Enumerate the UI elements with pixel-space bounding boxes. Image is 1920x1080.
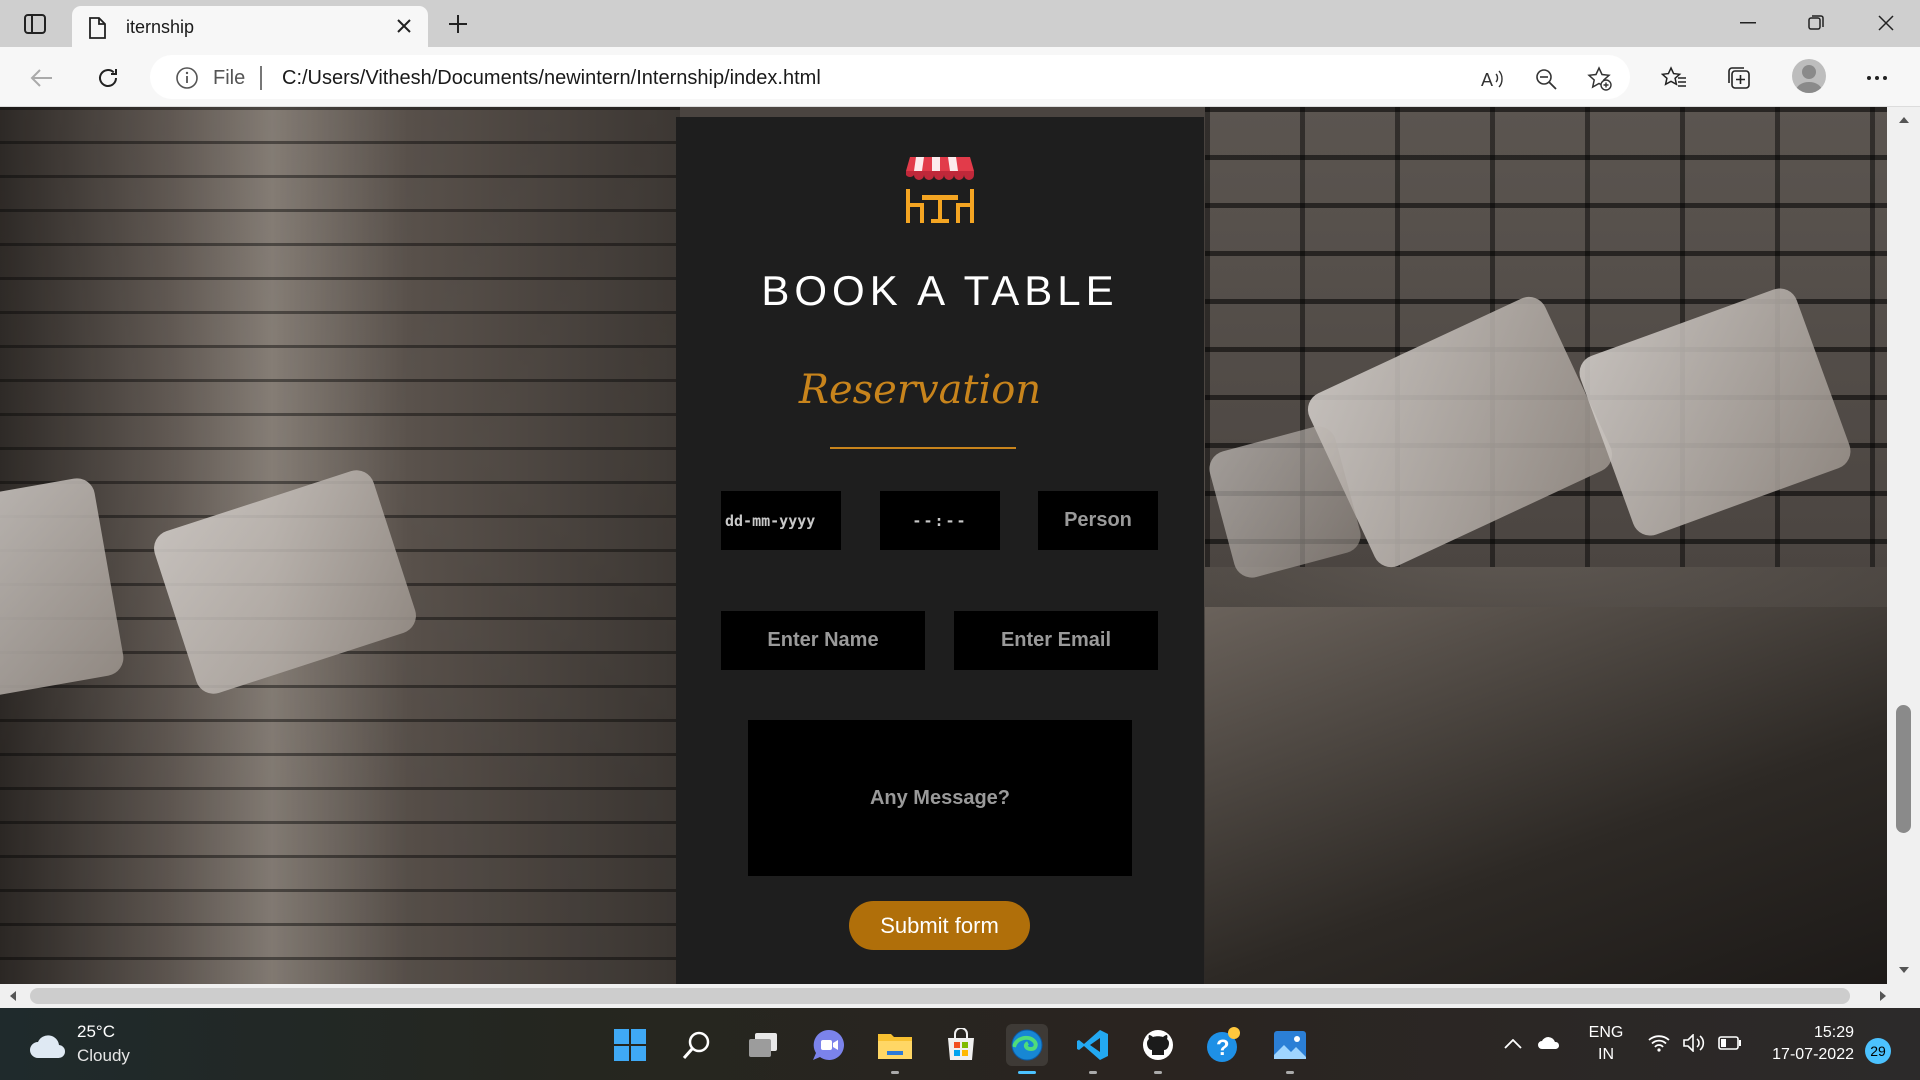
clock-time: 15:29 [1813,1024,1854,1041]
info-icon[interactable] [175,66,199,95]
search-icon[interactable] [676,1024,718,1066]
browser-toolbar: File C:/Users/Vithesh/Documents/newinter… [0,47,1920,107]
wifi-icon[interactable] [1648,1034,1670,1057]
store-icon[interactable] [940,1024,982,1066]
new-tab-button[interactable] [443,10,473,38]
notification-badge[interactable]: 29 [1865,1038,1891,1064]
scroll-up-arrow-icon[interactable] [1897,113,1911,127]
restore-button[interactable] [1796,8,1836,38]
photos-icon[interactable] [1269,1024,1311,1074]
document-icon [88,17,106,44]
submit-form-button[interactable]: Submit form [849,901,1030,950]
github-icon[interactable] [1137,1024,1179,1074]
vertical-scroll-thumb[interactable] [1896,705,1911,833]
reservation-subtitle: Reservation [798,367,1042,413]
help-icon[interactable]: ? [1203,1024,1245,1066]
cloud-weather-icon[interactable] [28,1032,68,1065]
page-viewport[interactable]: BOOK A TABLE Reservation dd-mm-yyyy --:-… [0,107,1887,984]
system-clock[interactable]: 15:29 17-07-2022 [1762,1022,1854,1066]
back-button[interactable] [24,61,58,95]
read-aloud-icon[interactable]: A [1478,65,1506,93]
running-indicator [1089,1071,1097,1074]
svg-text:A: A [1481,70,1493,90]
time-input[interactable]: --:-- [880,491,1000,550]
running-indicator [891,1071,899,1074]
vertical-scrollbar[interactable] [1887,107,1920,984]
file-scheme-label: File [213,67,246,89]
close-window-button[interactable] [1866,8,1906,38]
background-table [1205,607,1887,984]
start-icon[interactable] [609,1024,651,1066]
restaurant-table-icon [904,153,976,229]
volume-icon[interactable] [1683,1033,1707,1057]
region-code: IN [1598,1046,1614,1063]
windows-taskbar: 25°C Cloudy ? ENG IN 15:29 17-07-2022 29 [0,1008,1920,1080]
horizontal-scroll-thumb[interactable] [30,988,1850,1004]
scroll-left-arrow-icon[interactable] [6,989,20,1003]
subtitle-underline [830,447,1016,449]
active-indicator [1018,1071,1036,1074]
collections-icon[interactable] [1722,61,1756,95]
language-code: ENG [1588,1024,1624,1041]
running-indicator [1286,1071,1294,1074]
refresh-button[interactable] [91,61,125,95]
favorites-icon[interactable] [1657,61,1691,95]
tab-actions-icon[interactable] [20,10,50,38]
close-tab-icon[interactable] [392,14,416,38]
horizontal-scrollbar[interactable] [0,984,1920,1008]
teams-chat-icon[interactable] [808,1024,850,1066]
onedrive-icon[interactable] [1537,1036,1561,1055]
message-textarea[interactable]: Any Message? [748,720,1132,876]
language-indicator[interactable]: ENG IN [1584,1022,1628,1066]
browser-tab[interactable]: iternship [72,6,428,47]
address-bar[interactable]: File C:/Users/Vithesh/Documents/newinter… [150,55,1630,99]
email-input[interactable]: Enter Email [954,611,1158,670]
book-table-heading: BOOK A TABLE [761,267,1119,314]
address-separator [260,66,262,90]
more-options-icon[interactable] [1860,61,1894,95]
running-indicator [1154,1071,1162,1074]
minimize-button[interactable] [1728,8,1768,38]
name-input[interactable]: Enter Name [721,611,925,670]
reservation-card: BOOK A TABLE Reservation dd-mm-yyyy --:-… [676,117,1204,984]
show-hidden-icons-icon[interactable] [1504,1036,1522,1054]
weather-temperature[interactable]: 25°C [77,1022,115,1042]
weather-condition[interactable]: Cloudy [77,1046,130,1066]
browser-tab-strip: iternship [0,0,1920,47]
battery-icon[interactable] [1718,1036,1742,1055]
svg-text:?: ? [1216,1035,1229,1060]
tab-title: iternship [126,17,195,37]
date-input[interactable]: dd-mm-yyyy [721,491,841,550]
edge-icon[interactable] [1006,1024,1048,1074]
url-text[interactable]: C:/Users/Vithesh/Documents/newintern/Int… [282,67,821,90]
scroll-down-arrow-icon[interactable] [1897,963,1911,977]
vscode-icon[interactable] [1072,1024,1114,1074]
zoom-out-icon[interactable] [1532,65,1560,93]
add-favorite-icon[interactable] [1586,65,1614,93]
scroll-right-arrow-icon[interactable] [1876,989,1890,1003]
profile-avatar[interactable] [1792,59,1826,93]
file-explorer-icon[interactable] [874,1024,916,1074]
person-input[interactable]: Person [1038,491,1158,550]
task-view-icon[interactable] [742,1024,784,1066]
clock-date: 17-07-2022 [1772,1046,1854,1063]
